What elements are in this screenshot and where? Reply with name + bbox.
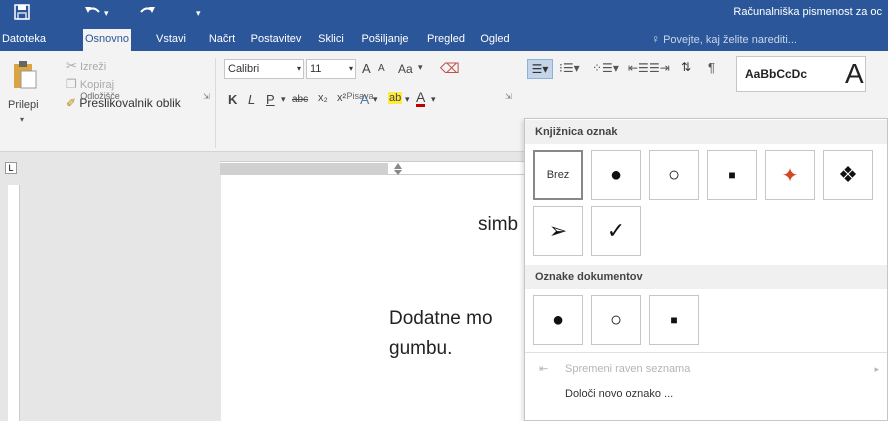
tab-postavitev[interactable]: Postavitev — [246, 27, 306, 51]
bullet-hollow-circle-option[interactable]: ○ — [649, 150, 699, 200]
tab-pregled[interactable]: Pregled — [421, 27, 471, 51]
save-icon[interactable] — [14, 4, 30, 22]
tab-osnovno[interactable]: Osnovno — [83, 29, 131, 51]
style-heading-preview: A — [845, 58, 864, 89]
paste-button[interactable]: Prilepi ▾ — [6, 58, 46, 130]
underline-button[interactable]: P — [266, 92, 275, 107]
style-normal[interactable]: AaBbCcDc A — [736, 56, 866, 92]
grow-font-button[interactable]: A — [362, 61, 371, 76]
bullet-filled-circle-option[interactable]: ● — [591, 150, 641, 200]
show-formatting-button[interactable]: ¶ — [708, 60, 715, 75]
increase-indent-button[interactable]: ☰⇥ — [649, 61, 670, 75]
tab-datoteka[interactable]: Datoteka — [0, 27, 48, 51]
doc-bullet-hollow-circle-option[interactable]: ○ — [591, 295, 641, 345]
change-case-dropdown-icon[interactable]: ▾ — [418, 62, 423, 73]
multilevel-list-button[interactable]: ⁘☰▾ — [592, 61, 619, 75]
doc-bullet-filled-circle-option[interactable]: ● — [533, 295, 583, 345]
group-label-font: Pisava — [346, 91, 374, 101]
submenu-arrow-icon: ▸ — [874, 364, 879, 374]
bullet-none-option[interactable]: Brez — [533, 150, 583, 200]
bullet-arrow-option[interactable]: ➢ — [533, 206, 583, 256]
shrink-font-button[interactable]: A — [378, 63, 385, 74]
font-name-box[interactable]: Calibri ▾ — [224, 59, 304, 79]
document-text-line[interactable]: Dodatne mo — [389, 308, 493, 330]
bullet-checkmark-option[interactable]: ✓ — [591, 206, 641, 256]
paste-label: Prilepi — [8, 99, 39, 111]
document-bullets-header: Oznake dokumentov — [525, 265, 887, 289]
bullets-button-active[interactable]: ☰▾ — [527, 59, 553, 79]
italic-button[interactable]: L — [248, 92, 255, 107]
tab-sklici[interactable]: Sklici — [311, 27, 351, 51]
highlight-button[interactable]: ab — [388, 92, 403, 104]
undo-dropdown-icon[interactable]: ▾ — [104, 4, 109, 22]
bullet-library-header: Knjižnica oznak — [525, 120, 887, 144]
change-list-level-menu-item[interactable]: ⇤ Spremeni raven seznama ▸ — [525, 358, 887, 380]
lightbulb-icon: ♀ — [651, 32, 660, 46]
bold-button[interactable]: K — [228, 92, 237, 107]
clipboard-launcher-icon[interactable]: ⇲ — [203, 92, 210, 101]
sort-button[interactable]: ⇅ — [681, 60, 691, 74]
bullet-library-dropdown: Knjižnica oznak Brez ● ○ ■ ✦ ❖ ➢ ✓ Oznak… — [524, 118, 888, 421]
bullet-star-option[interactable]: ✦ — [765, 150, 815, 200]
customize-qa-icon[interactable]: ▾ — [196, 4, 201, 22]
tab-posiljanje[interactable]: Pošiljanje — [355, 27, 415, 51]
font-color-dropdown-icon[interactable]: ▾ — [431, 94, 436, 105]
subscript-button[interactable]: x₂ — [318, 92, 328, 104]
doc-bullet-square-option[interactable]: ■ — [649, 295, 699, 345]
tab-nacrt[interactable]: Načrt — [202, 27, 242, 51]
redo-icon[interactable] — [138, 4, 156, 22]
bullet-square-option[interactable]: ■ — [707, 150, 757, 200]
undo-icon[interactable] — [84, 4, 102, 22]
define-new-bullet-menu-item[interactable]: Določi novo oznako ... — [525, 383, 887, 405]
window-title: Računalniška pismenost za oc — [733, 6, 882, 18]
menu-divider — [525, 352, 887, 353]
clear-formatting-icon[interactable]: ⌫ — [440, 60, 460, 77]
clipboard-icon — [12, 60, 38, 95]
vertical-ruler[interactable] — [8, 185, 20, 421]
scissors-icon: ✂ — [66, 58, 77, 73]
paste-dropdown-icon: ▾ — [20, 115, 25, 124]
underline-dropdown-icon[interactable]: ▾ — [281, 94, 286, 105]
document-text-line[interactable]: gumbu. — [389, 338, 452, 360]
list-level-icon: ⇤ — [539, 363, 549, 375]
tell-me-search[interactable]: ♀ Povejte, kaj želite narediti... — [651, 27, 797, 51]
font-launcher-icon[interactable]: ⇲ — [505, 92, 512, 101]
tab-selector[interactable]: L — [5, 162, 17, 174]
change-case-button[interactable]: Aa — [398, 62, 413, 76]
group-label-clipboard: Odložišče — [80, 91, 120, 101]
bullet-diamond-dots-option[interactable]: ❖ — [823, 150, 873, 200]
title-bar: ▾ ▾ Računalniška pismenost za oc — [0, 0, 888, 27]
cut-button[interactable]: ✂ Izreži — [66, 58, 106, 74]
document-text-line[interactable]: simb — [478, 214, 518, 236]
numbering-button[interactable]: ⁝☰▾ — [559, 61, 580, 75]
tab-ogled[interactable]: Ogled — [475, 27, 515, 51]
decrease-indent-button[interactable]: ⇤☰ — [628, 61, 649, 75]
copy-icon: ❐ — [66, 77, 77, 91]
font-dropdown-icon: ▾ — [296, 64, 301, 73]
font-color-button[interactable]: A — [416, 90, 426, 107]
tab-vstavi[interactable]: Vstavi — [148, 27, 194, 51]
separator — [215, 58, 216, 148]
font-size-box[interactable]: 11 ▾ — [306, 59, 356, 79]
strikethrough-button[interactable]: abc — [292, 94, 308, 105]
highlight-dropdown-icon[interactable]: ▾ — [405, 94, 410, 105]
ribbon-tab-bar: Datoteka Osnovno Vstavi Načrt Postavitev… — [0, 27, 888, 51]
size-dropdown-icon: ▾ — [348, 64, 353, 73]
